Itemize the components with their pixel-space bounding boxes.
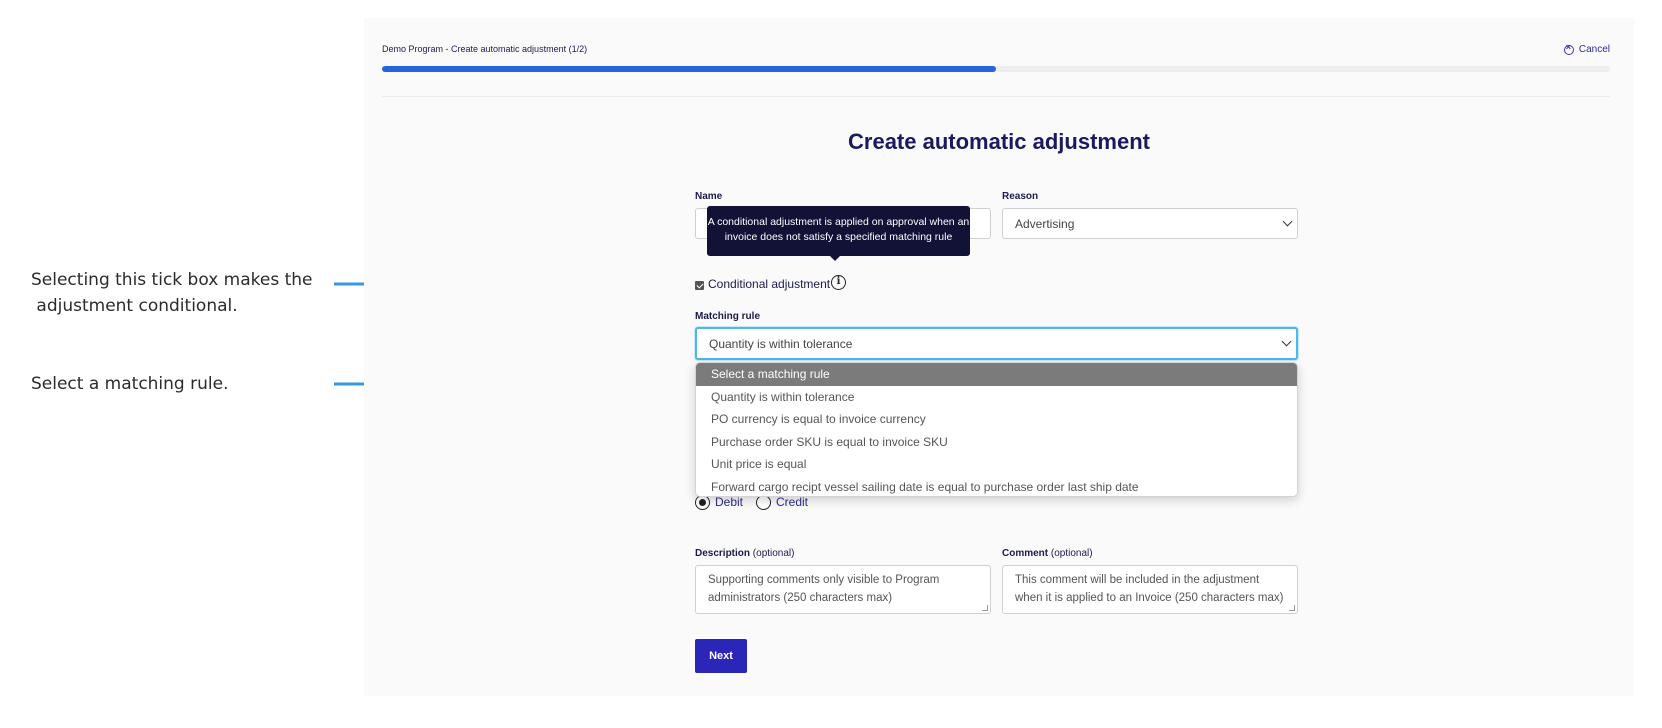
debit-label: Debit: [715, 495, 744, 509]
resize-grip-icon[interactable]: [982, 605, 988, 611]
description-label-text: Description: [695, 548, 751, 559]
name-label: Name: [695, 191, 723, 202]
dropdown-option[interactable]: Purchase order SKU is equal to invoice S…: [696, 431, 1297, 454]
comment-label-text: Comment: [1002, 548, 1049, 559]
matching-rule-value: Quantity is within tolerance: [709, 337, 853, 351]
annotation-checkbox-note: Selecting this tick box makes the adjust…: [31, 270, 313, 316]
description-textarea[interactable]: Supporting comments only visible to Prog…: [695, 565, 991, 614]
debit-radio[interactable]: [695, 495, 710, 510]
matching-rule-dropdown: Select a matching rule Quantity is withi…: [695, 362, 1298, 497]
cancel-button[interactable]: Cancel: [1563, 42, 1610, 55]
annotation-rule-note: Select a matching rule.: [31, 374, 229, 394]
credit-radio[interactable]: [756, 495, 771, 510]
dropdown-option[interactable]: Forward cargo recipt vessel sailing date…: [696, 476, 1297, 497]
matching-rule-label: Matching rule: [695, 311, 761, 322]
description-placeholder: Supporting comments only visible to Prog…: [708, 574, 940, 604]
comment-optional: (optional): [1050, 548, 1093, 559]
cancel-label: Cancel: [1578, 44, 1610, 55]
description-optional: (optional): [752, 548, 795, 559]
resize-grip-icon[interactable]: [1289, 605, 1295, 611]
comment-placeholder: This comment will be included in the adj…: [1015, 574, 1284, 604]
matching-rule-select[interactable]: Quantity is within tolerance: [695, 327, 1298, 360]
form-panel: Demo Program - Create automatic adjustme…: [364, 18, 1634, 696]
info-icon[interactable]: i: [831, 275, 846, 290]
dropdown-option[interactable]: Select a matching rule: [696, 363, 1297, 386]
reason-select[interactable]: Advertising: [1002, 208, 1298, 239]
progress-bar: [382, 66, 1610, 72]
comment-label: Comment (optional): [1002, 548, 1093, 559]
page-title: Create automatic adjustment: [848, 129, 1150, 154]
breadcrumb: Demo Program - Create automatic adjustme…: [382, 44, 588, 54]
close-circle-icon: [1563, 42, 1574, 55]
progress-fill: [382, 66, 996, 72]
credit-label: Credit: [776, 495, 809, 509]
conditional-label: Conditional adjustment: [708, 277, 831, 291]
next-button[interactable]: Next: [695, 639, 747, 673]
conditional-checkbox[interactable]: [695, 281, 704, 290]
description-label: Description (optional): [695, 548, 795, 559]
header-divider: [382, 96, 1610, 97]
reason-value: Advertising: [1015, 217, 1075, 231]
dropdown-option[interactable]: Quantity is within tolerance: [696, 386, 1297, 409]
dropdown-option[interactable]: Unit price is equal: [696, 453, 1297, 476]
reason-label: Reason: [1002, 191, 1039, 202]
comment-textarea[interactable]: This comment will be included in the adj…: [1002, 565, 1298, 614]
chevron-down-icon: [1282, 216, 1293, 227]
chevron-down-icon: [1281, 336, 1292, 347]
dropdown-option[interactable]: PO currency is equal to invoice currency: [696, 408, 1297, 431]
conditional-tooltip: A conditional adjustment is applied on a…: [707, 206, 970, 261]
